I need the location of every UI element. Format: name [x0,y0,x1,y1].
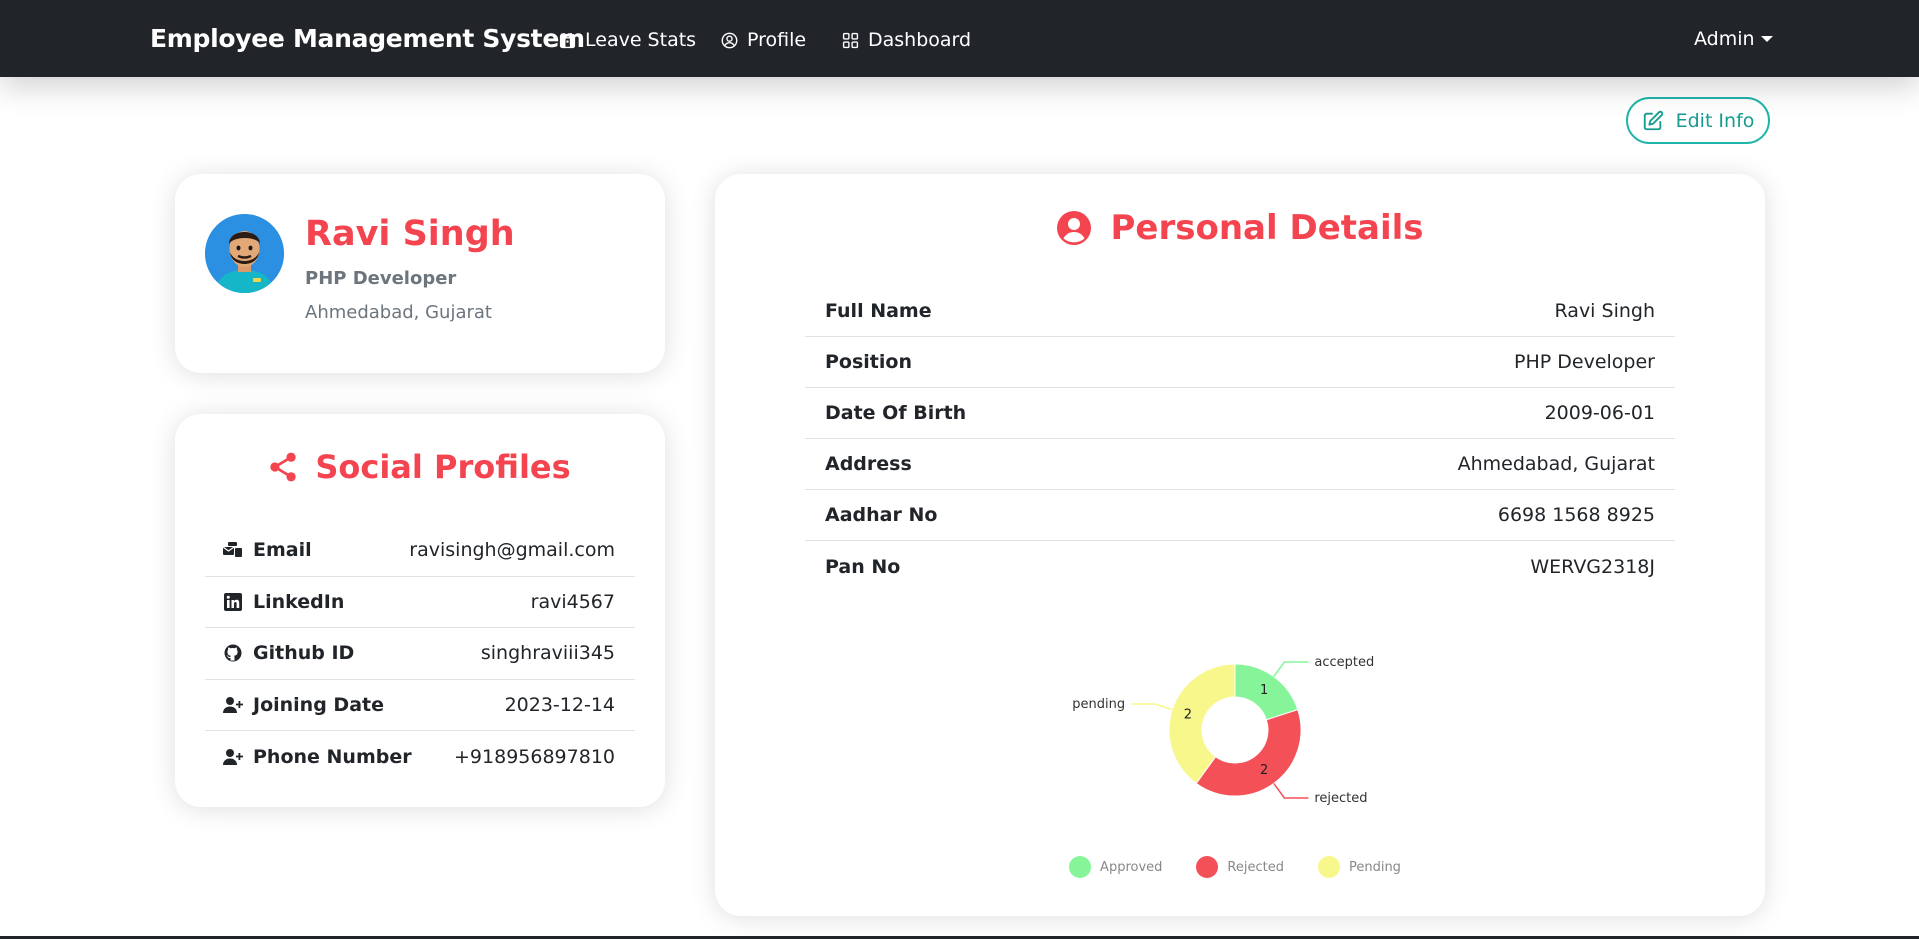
details-row-dob: Date Of Birth 2009-06-01 [805,388,1675,439]
user-circle-icon [721,32,738,48]
social-value-github[interactable]: singhraviii345 [481,642,615,664]
details-row-aadhar: Aadhar No 6698 1568 8925 [805,490,1675,541]
details-row-position: Position PHP Developer [805,337,1675,388]
slice-value-accepted: 1 [1260,683,1268,698]
details-value-pan: WERVG2318J [1530,555,1655,578]
callout-line-pending [1131,703,1173,711]
details-row-full-name: Full Name Ravi Singh [805,286,1675,337]
social-label-github: Github ID [223,642,354,664]
social-value-phone[interactable]: +918956897810 [454,746,615,768]
details-label-aadhar: Aadhar No [825,504,938,526]
social-row-phone: Phone Number +918956897810 [205,731,635,783]
details-label-dob: Date Of Birth [825,402,967,424]
user-circle-icon [1057,211,1092,245]
legend-swatch-rejected [1196,856,1219,878]
social-label-github-text: Github ID [253,642,355,665]
social-row-email: Email ravisingh@gmail.com [205,525,635,577]
chart-legend: Approved Rejected Pending [1045,856,1425,878]
user-plus-icon [223,748,243,765]
edit-info-label: Edit Info [1675,109,1755,132]
callout-line-rejected [1273,782,1309,799]
details-value-dob: 2009-06-01 [1544,402,1655,424]
grid-icon [842,32,859,48]
details-table: Full Name Ravi Singh Position PHP Develo… [805,286,1675,592]
nav-leave-stats[interactable]: Leave Stats [559,29,696,51]
slice-value-rejected: 2 [1260,763,1268,778]
social-value-joining-date: 2023-12-14 [504,693,615,716]
brand-title[interactable]: Employee Management System [150,24,585,53]
personal-details-heading: Personal Details [715,208,1765,248]
avatar [205,214,284,293]
profile-card: Ravi Singh PHP Developer Ahmedabad, Guja… [175,174,665,373]
details-value-position: PHP Developer [1514,351,1655,373]
social-profiles-heading: Social Profiles [175,448,665,486]
social-label-phone: Phone Number [223,746,412,768]
social-label-joining-date-text: Joining Date [253,693,384,716]
nav-profile-label: Profile [747,29,807,51]
callout-label-pending: pending [1072,697,1125,712]
legend-item-rejected[interactable]: Rejected [1196,856,1284,878]
legend-swatch-pending [1317,856,1340,878]
details-value-aadhar: 6698 1568 8925 [1497,504,1655,526]
details-label-position: Position [825,351,912,373]
calendar-icon [559,32,576,48]
nav-profile[interactable]: Profile [721,29,806,51]
legend-label-pending: Pending [1348,859,1401,875]
callout-label-accepted: accepted [1314,655,1374,670]
social-label-email-text: Email [253,539,312,562]
legend-item-accepted[interactable]: Approved [1069,856,1162,878]
github-icon [224,644,242,662]
nav-leave-stats-label: Leave Stats [585,29,697,51]
nav-dashboard-label: Dashboard [868,29,972,51]
personal-details-card: Personal Details Full Name Ravi Singh Po… [715,174,1765,916]
legend-item-pending[interactable]: Pending [1317,856,1401,878]
details-label-full-name: Full Name [825,300,932,322]
social-value-email[interactable]: ravisingh@gmail.com [409,539,615,561]
profile-role: PHP Developer [305,268,457,289]
social-table: Email ravisingh@gmail.com LinkedIn ravi4… [205,525,635,783]
social-label-linkedin: LinkedIn [223,591,344,613]
social-row-linkedin: LinkedIn ravi4567 [205,577,635,628]
details-label-address: Address [825,453,912,475]
legend-label-accepted: Approved [1100,859,1163,875]
slice-value-pending: 2 [1184,708,1192,723]
edit-info-button[interactable]: Edit Info [1626,97,1770,144]
details-value-full-name: Ravi Singh [1554,300,1655,322]
social-row-github: Github ID singhraviii345 [205,628,635,680]
navbar: Employee Management System Leave Stats P… [0,0,1919,77]
user-plus-icon [223,696,243,713]
profile-name: Ravi Singh [305,214,515,254]
legend-swatch-accepted [1069,856,1092,878]
social-profiles-title: Social Profiles [315,448,571,486]
admin-label: Admin [1694,28,1755,50]
linkedin-icon [224,592,242,611]
social-label-joining-date: Joining Date [223,694,384,716]
details-value-address: Ahmedabad, Gujarat [1457,453,1655,475]
mail-icon [223,542,242,558]
social-row-joining-date: Joining Date 2023-12-14 [205,680,635,731]
legend-label-rejected: Rejected [1227,859,1284,875]
admin-dropdown[interactable]: Admin [1694,28,1773,50]
details-row-address: Address Ahmedabad, Gujarat [805,439,1675,490]
callout-line-accepted [1273,661,1309,678]
callout-label-rejected: rejected [1314,791,1367,806]
social-profiles-card: Social Profiles Email ravisingh@gmail.co… [175,414,665,807]
caret-down-icon [1760,36,1773,42]
profile-location: Ahmedabad, Gujarat [305,302,492,323]
slice-rejected[interactable] [1195,708,1302,797]
edit-icon [1643,110,1663,130]
details-label-pan: Pan No [825,555,901,578]
social-label-linkedin-text: LinkedIn [253,590,345,613]
nav-dashboard[interactable]: Dashboard [842,29,971,51]
personal-details-title: Personal Details [1110,208,1424,248]
social-value-linkedin[interactable]: ravi4567 [531,591,615,613]
details-row-pan: Pan No WERVG2318J [805,541,1675,592]
social-label-email: Email [223,539,312,561]
leave-chart: 1 accepted 2 rejected 2 pending Approved Rejec… [1045,624,1425,894]
share-icon [270,452,297,482]
social-label-phone-text: Phone Number [253,745,412,768]
leave-doughnut-chart: 1 accepted 2 rejected 2 pending [1072,655,1374,806]
